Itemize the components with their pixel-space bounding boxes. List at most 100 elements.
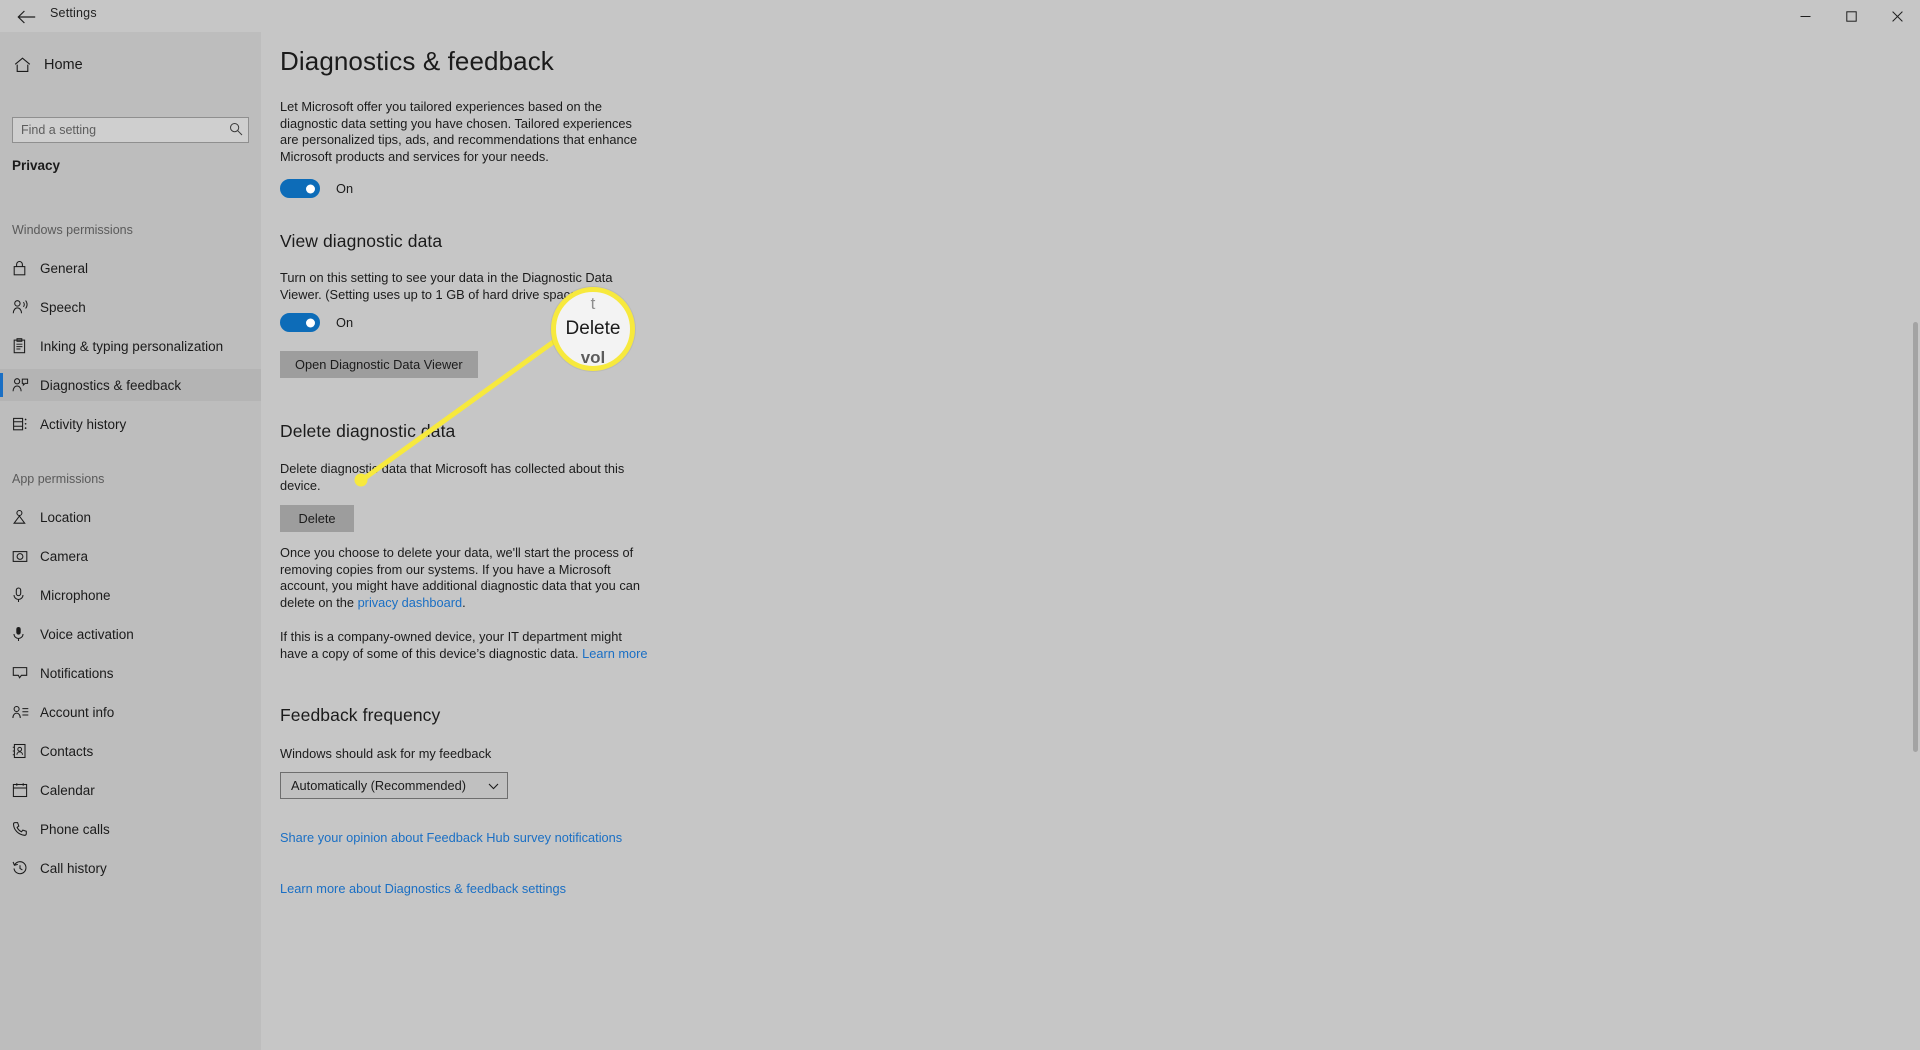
call-history-icon	[12, 860, 40, 876]
main-content: Diagnostics & feedback Let Microsoft off…	[261, 32, 1920, 1050]
feedback-hub-link-row: Share your opinion about Feedback Hub su…	[280, 829, 700, 847]
close-button[interactable]	[1874, 0, 1920, 32]
magnifier-callout: t Delete vol	[551, 287, 635, 371]
view-diagnostic-data-title: View diagnostic data	[280, 231, 443, 251]
sidebar-item-label: General	[40, 260, 89, 276]
delete-diagnostic-data-title: Delete diagnostic data	[280, 421, 456, 441]
search-input[interactable]	[12, 117, 249, 143]
sidebar-item-notifications[interactable]: Notifications	[0, 657, 261, 689]
scrollbar[interactable]	[1909, 32, 1920, 1050]
toggle-knob	[306, 318, 315, 327]
view-diagnostic-data-toggle-label: On	[336, 315, 354, 330]
back-button[interactable]	[4, 2, 48, 32]
search-container	[12, 117, 249, 143]
sidebar: Home Privacy Windows permissions General	[0, 32, 261, 1050]
voice-activation-icon	[12, 626, 40, 642]
delete-note-text-after: .	[462, 594, 466, 610]
tailored-experiences-toggle-row: On	[280, 179, 700, 198]
sidebar-item-speech[interactable]: Speech	[0, 291, 261, 323]
view-diagnostic-data-toggle-row: On	[280, 313, 700, 332]
sidebar-group-heading-app-permissions: App permissions	[12, 472, 105, 486]
magnifier-ghost-top-text: t	[590, 294, 596, 313]
sidebar-item-label: Location	[40, 509, 92, 525]
sidebar-item-inking-typing-personalization[interactable]: Inking & typing personalization	[0, 330, 261, 362]
microphone-icon	[12, 587, 40, 603]
sidebar-item-phone-calls[interactable]: Phone calls	[0, 813, 261, 845]
sidebar-home-label: Home	[44, 57, 83, 73]
tailored-experiences-toggle-label: On	[336, 181, 354, 196]
title-bar: Settings	[0, 0, 1920, 32]
page-title: Diagnostics & feedback	[280, 46, 554, 76]
window-title: Settings	[50, 6, 97, 20]
phone-icon	[12, 821, 40, 837]
sidebar-item-voice-activation[interactable]: Voice activation	[0, 618, 261, 650]
sidebar-item-location[interactable]: Location	[0, 501, 261, 533]
share-opinion-link[interactable]: Share your opinion about Feedback Hub su…	[280, 830, 622, 845]
sidebar-item-label: Notifications	[40, 665, 114, 681]
sidebar-item-label: Speech	[40, 299, 86, 315]
notification-bubble-icon	[12, 666, 40, 680]
sidebar-item-label: Phone calls	[40, 821, 110, 837]
magnifier-zoom-text: Delete	[565, 318, 621, 339]
sidebar-item-general[interactable]: General	[0, 252, 261, 284]
sidebar-item-label: Activity history	[40, 416, 127, 432]
sidebar-group-heading-windows-permissions: Windows permissions	[12, 223, 133, 237]
view-diagnostic-data-toggle[interactable]	[280, 313, 320, 332]
sidebar-section-title: Privacy	[12, 158, 61, 173]
delete-diagnostic-data-paragraph: Delete diagnostic data that Microsoft ha…	[280, 461, 625, 493]
feedback-frequency-title: Feedback frequency	[280, 705, 441, 725]
sidebar-item-label: Contacts	[40, 743, 94, 759]
maximize-button[interactable]	[1828, 0, 1874, 32]
calendar-icon	[12, 782, 40, 798]
activity-history-icon	[12, 416, 40, 432]
feedback-frequency-selected-value: Automatically (Recommended)	[291, 777, 466, 793]
search-icon[interactable]	[229, 122, 243, 141]
company-note-text: If this is a company-owned device, your …	[280, 629, 622, 661]
delete-note-paragraph: Once you choose to delete your data, we'…	[280, 545, 648, 611]
sidebar-item-diagnostics-feedback[interactable]: Diagnostics & feedback	[0, 369, 261, 401]
speech-person-icon	[12, 299, 40, 315]
chevron-down-icon	[488, 780, 499, 795]
sidebar-item-label: Diagnostics & feedback	[40, 377, 182, 393]
lock-icon	[12, 260, 40, 276]
settings-page: Diagnostics & feedback Let Microsoft off…	[280, 32, 700, 898]
sidebar-item-label: Inking & typing personalization	[40, 338, 224, 354]
feedback-frequency-select[interactable]: Automatically (Recommended)	[280, 771, 508, 799]
minimize-button[interactable]	[1782, 0, 1828, 32]
open-diagnostic-data-viewer-button[interactable]: Open Diagnostic Data Viewer	[280, 351, 478, 378]
sidebar-item-label: Account info	[40, 704, 115, 720]
sidebar-item-label: Microphone	[40, 587, 111, 603]
camera-icon	[12, 549, 40, 563]
learn-more-link[interactable]: Learn more	[582, 646, 647, 661]
magnifier-ghost-bottom-text: vol	[580, 348, 606, 367]
feedback-frequency-label: Windows should ask for my feedback	[280, 746, 492, 761]
toggle-knob	[306, 184, 315, 193]
sidebar-item-account-info[interactable]: Account info	[0, 696, 261, 728]
sidebar-item-microphone[interactable]: Microphone	[0, 579, 261, 611]
company-device-paragraph: If this is a company-owned device, your …	[280, 629, 648, 662]
sidebar-item-contacts[interactable]: Contacts	[0, 735, 261, 767]
delete-button[interactable]: Delete	[280, 505, 354, 532]
home-icon	[14, 57, 44, 73]
location-pin-icon	[12, 509, 40, 525]
contacts-book-icon	[12, 743, 40, 759]
sidebar-item-call-history[interactable]: Call history	[0, 852, 261, 884]
settings-window: Settings Home Find a setting Privacy Win…	[0, 0, 1920, 1050]
sidebar-item-camera[interactable]: Camera	[0, 540, 261, 572]
sidebar-item-label: Voice activation	[40, 626, 134, 642]
sidebar-item-calendar[interactable]: Calendar	[0, 774, 261, 806]
clipboard-pen-icon	[12, 338, 40, 354]
person-feedback-icon	[12, 377, 40, 393]
learn-more-settings-link-row: Learn more about Diagnostics & feedback …	[280, 880, 700, 898]
privacy-dashboard-link[interactable]: privacy dashboard	[358, 595, 463, 610]
window-controls	[1782, 0, 1920, 32]
account-info-icon	[12, 705, 40, 719]
scrollbar-thumb[interactable]	[1913, 322, 1918, 752]
sidebar-item-home[interactable]: Home	[0, 46, 261, 84]
sidebar-item-label: Camera	[40, 548, 89, 564]
sidebar-item-label: Calendar	[40, 782, 95, 798]
tailored-experiences-toggle[interactable]	[280, 179, 320, 198]
sidebar-item-label: Call history	[40, 860, 107, 876]
learn-more-settings-link[interactable]: Learn more about Diagnostics & feedback …	[280, 881, 566, 896]
sidebar-item-activity-history[interactable]: Activity history	[0, 408, 261, 440]
